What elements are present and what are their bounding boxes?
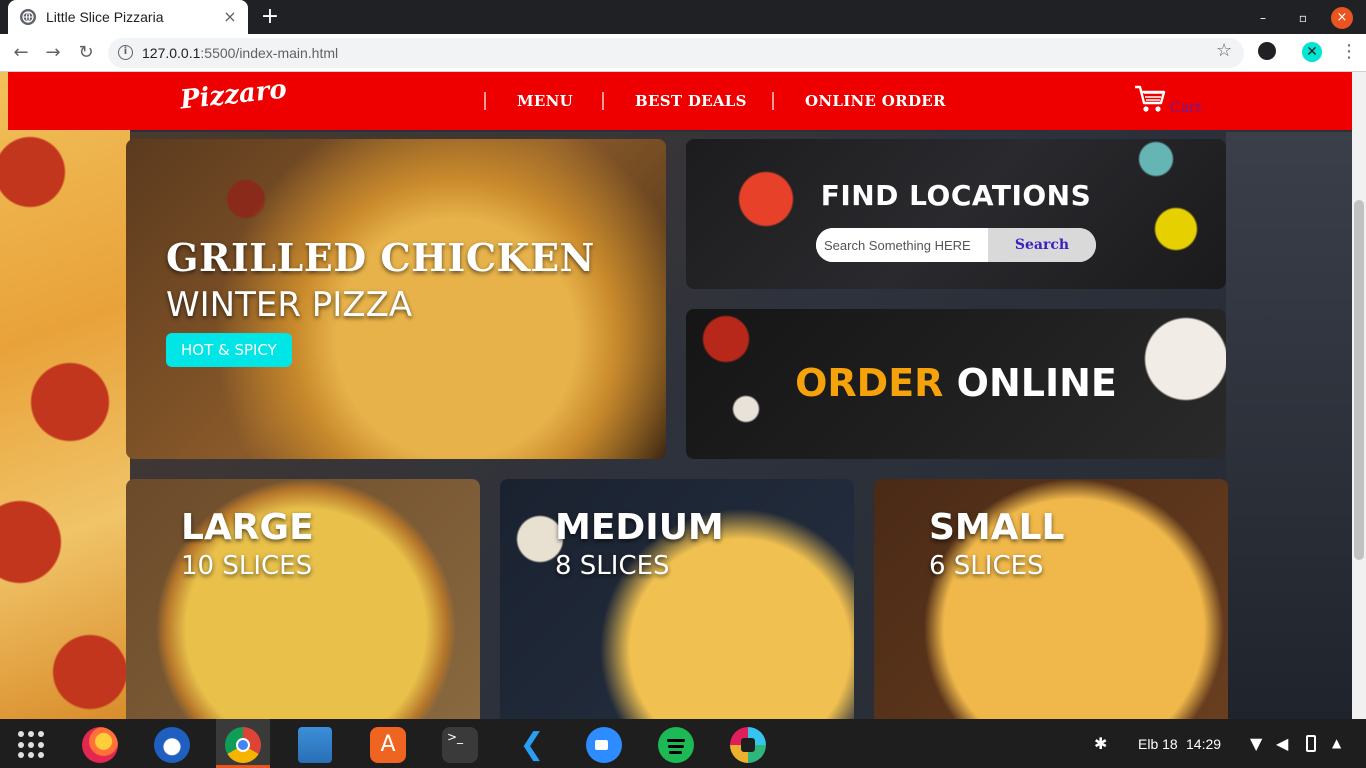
window-minimize-button[interactable]: – — [1252, 7, 1274, 29]
size-card-large[interactable]: LARGE 10 SLICES — [126, 479, 480, 719]
terminal-icon[interactable]: >_ — [442, 727, 478, 763]
cart-link[interactable]: Cart — [1170, 100, 1201, 116]
url-path: :5500/index-main.html — [200, 45, 339, 61]
bookmark-star-icon[interactable]: ☆ — [1216, 40, 1232, 61]
tab-close-icon[interactable]: × — [222, 9, 238, 25]
firefox-icon[interactable] — [82, 727, 118, 763]
url-host: 127.0.0.1 — [142, 45, 201, 61]
background-pizza-image — [0, 72, 130, 719]
nav-best-deals[interactable]: BEST DEALS — [635, 92, 747, 110]
tray-menu-arrow-icon[interactable]: ▲ — [1332, 736, 1341, 750]
address-bar[interactable]: i 127.0.0.1:5500/index-main.html — [108, 38, 1244, 68]
size-slices: 8 SLICES — [555, 551, 670, 581]
tray-time[interactable]: 14:29 — [1186, 736, 1221, 752]
nav-menu[interactable]: MENU — [517, 92, 573, 110]
slack-icon[interactable] — [730, 727, 766, 763]
software-center-icon[interactable]: A — [370, 727, 406, 763]
tray-date[interactable]: Elb 18 — [1138, 736, 1178, 752]
size-card-medium[interactable]: MEDIUM 8 SLICES — [500, 479, 854, 719]
hero-subtitle: WINTER PIZZA — [166, 285, 413, 325]
zoom-icon[interactable] — [586, 727, 622, 763]
browser-tab[interactable]: Little Slice Pizzaria × — [8, 0, 248, 34]
hero-title: GRILLED CHICKEN — [166, 235, 595, 280]
order-word: ORDER — [795, 361, 944, 405]
site-logo[interactable]: Pizzaro — [179, 74, 288, 115]
wifi-icon[interactable]: ▼ — [1250, 734, 1262, 753]
extension-x-icon[interactable]: ✕ — [1302, 42, 1322, 62]
spotify-wave-icon — [667, 739, 685, 742]
nav-divider — [484, 92, 486, 110]
size-name: MEDIUM — [555, 507, 724, 548]
forward-arrow-icon[interactable]: → — [40, 40, 66, 66]
find-locations-card: FIND LOCATIONS Search — [686, 139, 1226, 289]
size-slices: 6 SLICES — [929, 551, 1044, 581]
hero-promo-card[interactable]: GRILLED CHICKEN WINTER PIZZA HOT & SPICY — [126, 139, 666, 459]
chrome-icon[interactable] — [225, 727, 261, 763]
nav-online-order[interactable]: ONLINE ORDER — [805, 92, 946, 110]
browser-tabstrip: Little Slice Pizzaria × + – ▫ × — [0, 0, 1366, 34]
thunderbird-icon[interactable] — [154, 727, 190, 763]
browser-toolbar: ← → ↻ i 127.0.0.1:5500/index-main.html — [0, 34, 1366, 72]
online-word: ONLINE — [956, 361, 1117, 405]
size-card-small[interactable]: SMALL 6 SLICES — [874, 479, 1228, 719]
back-arrow-icon[interactable]: ← — [8, 40, 34, 66]
url-text[interactable]: 127.0.0.1:5500/index-main.html — [142, 45, 338, 61]
size-name: LARGE — [181, 507, 314, 548]
size-slices: 10 SLICES — [181, 551, 313, 581]
order-online-card[interactable]: ORDER ONLINE — [686, 309, 1226, 459]
chrome-center-icon — [236, 738, 250, 752]
page-scrollbar[interactable] — [1352, 72, 1366, 719]
location-search-form: Search — [816, 228, 1096, 262]
spotify-icon[interactable] — [658, 727, 694, 763]
tab-title: Little Slice Pizzaria — [46, 9, 164, 25]
site-header: Pizzaro MENU BEST DEALS ONLINE ORDER Car… — [8, 72, 1352, 130]
nav-divider — [602, 92, 604, 110]
size-name: SMALL — [929, 507, 1065, 548]
zoom-camera-icon — [595, 740, 608, 750]
slack-center-icon — [741, 738, 755, 752]
site-info-icon[interactable]: i — [118, 45, 133, 60]
battery-icon[interactable] — [1306, 735, 1316, 752]
nav-divider — [772, 92, 774, 110]
new-tab-button[interactable]: + — [258, 5, 282, 29]
find-locations-title: FIND LOCATIONS — [820, 179, 1092, 212]
reload-icon[interactable]: ↻ — [73, 40, 99, 66]
shopping-cart-icon[interactable] — [1134, 84, 1166, 114]
window-maximize-button[interactable]: ▫ — [1292, 7, 1314, 29]
files-icon[interactable] — [298, 727, 332, 763]
extension-icon[interactable] — [1258, 42, 1276, 60]
show-apps-icon[interactable] — [18, 731, 46, 759]
window-close-button[interactable]: × — [1331, 7, 1353, 29]
vscode-icon[interactable]: ❮ — [514, 727, 550, 763]
settings-tray-icon[interactable]: ✱ — [1094, 734, 1107, 753]
page-viewport: Pizzaro MENU BEST DEALS ONLINE ORDER Car… — [0, 72, 1352, 719]
order-online-heading: ORDER ONLINE — [686, 361, 1226, 405]
os-taskbar: A >_ ❮ ✱ Elb 18 14:29 ▼ ◀ ▲ — [0, 719, 1366, 768]
spotify-wave-icon — [669, 751, 682, 754]
spotify-wave-icon — [668, 745, 684, 748]
location-search-input[interactable] — [816, 228, 988, 262]
scrollbar-thumb[interactable] — [1354, 200, 1364, 560]
location-search-button[interactable]: Search — [988, 228, 1096, 262]
hot-spicy-button[interactable]: HOT & SPICY — [166, 333, 292, 367]
volume-icon[interactable]: ◀ — [1276, 734, 1288, 753]
globe-icon — [20, 9, 36, 25]
browser-menu-icon[interactable]: ⋮ — [1340, 41, 1358, 62]
background-slate — [1226, 132, 1352, 719]
